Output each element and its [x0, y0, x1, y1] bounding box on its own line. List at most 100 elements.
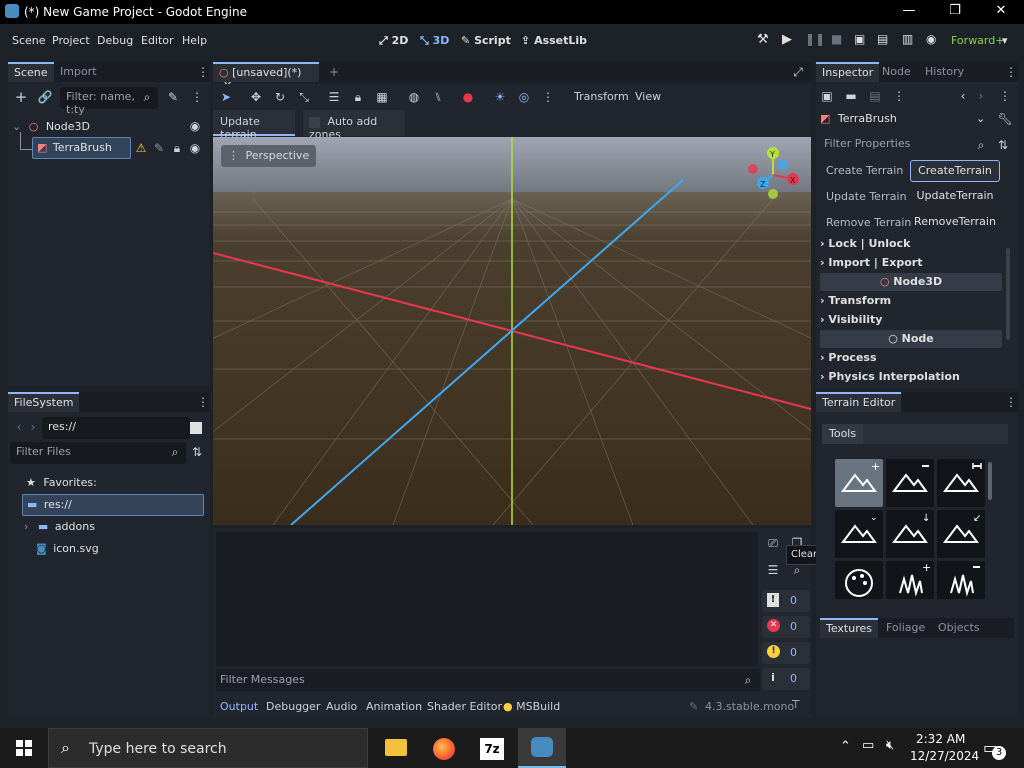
visibility-eye-icon[interactable]: ◉ [186, 139, 204, 157]
renderer-select[interactable]: Forward+ [951, 34, 1004, 47]
rotate-tool-icon[interactable]: ↻ [271, 88, 289, 106]
scale-tool-icon[interactable]: ⤡ [295, 88, 313, 106]
smooth-terrain-tool[interactable]: ⌄ [835, 510, 883, 558]
favorites-row[interactable]: ★ Favorites: [26, 476, 97, 489]
expand-panel-icon[interactable]: ⊤ [791, 698, 801, 711]
lower-terrain-tool[interactable] [886, 459, 934, 507]
tab-terrain-editor[interactable]: Terrain Editor [816, 392, 902, 412]
warning-count-button[interactable]: ! 0 [762, 642, 810, 664]
history-forward-icon[interactable]: › [972, 87, 990, 105]
play-scene-icon[interactable]: ▣ [854, 32, 865, 46]
tab-import[interactable]: Import [54, 62, 103, 82]
group-icon[interactable]: ▦ [373, 88, 391, 106]
tree-row-icon-svg[interactable]: ◙ icon.svg [36, 542, 99, 555]
perspective-menu[interactable]: ⋮ Perspective [221, 145, 317, 167]
snap-icon[interactable]: ◍ [405, 88, 423, 106]
filter-messages-input[interactable]: Filter Messages [216, 669, 760, 691]
lock-icon[interactable]: 🔒︎ [168, 139, 186, 157]
add-foliage-tool[interactable]: + [886, 561, 934, 599]
tree-row-res[interactable]: ▬ res:// [22, 494, 204, 516]
remove-terrain-button[interactable]: RemoveTerrain [910, 212, 1000, 234]
movie-maker-icon[interactable]: ▥ [902, 32, 913, 46]
chevron-down-icon[interactable]: ▾ [1002, 34, 1008, 47]
7zip-app[interactable]: 7z [472, 730, 512, 766]
debug-scene-icon[interactable]: ◉ [926, 32, 936, 46]
play-custom-icon[interactable]: ▤ [877, 32, 888, 46]
clear-output-icon[interactable]: ⎚ [764, 534, 782, 552]
notification-center-button[interactable]: ▭ 3 [980, 736, 1010, 762]
network-icon[interactable]: ▭ [862, 738, 874, 753]
toggle-split-icon[interactable] [190, 422, 202, 434]
sculpt-down-tool[interactable]: ↓ [886, 510, 934, 558]
taskbar-search-box[interactable]: ⌕ Type here to search [48, 728, 368, 768]
instance-scene-icon[interactable]: 🔗 [36, 88, 54, 106]
pause-icon[interactable]: ❚❚ [805, 32, 825, 46]
create-terrain-button[interactable]: CreateTerrain [910, 160, 1000, 182]
error-circle-count-button[interactable]: ✕ 0 [762, 616, 810, 638]
dock-menu-icon[interactable]: ⋮ [194, 393, 212, 411]
file-explorer-app[interactable] [376, 730, 416, 766]
menu-project[interactable]: Project [52, 34, 90, 47]
clock-date[interactable]: 12/27/2024 [910, 749, 979, 763]
output-log[interactable] [216, 532, 758, 666]
tools-icon[interactable]: 🔧︎ [996, 110, 1014, 128]
workspace-assetlib-button[interactable]: ⇪ AssetLib [521, 34, 587, 47]
tab-shader-editor[interactable]: Shader Editor [427, 700, 502, 713]
workspace-3d-button[interactable]: ⤡ 3D [420, 34, 449, 48]
distraction-free-icon[interactable]: ⤢ [789, 63, 807, 81]
remote-debug-icon[interactable]: ⚒ [757, 32, 769, 47]
warning-icon[interactable]: ⚠ [132, 139, 150, 157]
view-menu[interactable]: View [635, 90, 661, 103]
start-button[interactable] [0, 728, 48, 768]
tab-output[interactable]: Output [220, 700, 258, 713]
preview-menu-icon[interactable]: ⋮ [539, 88, 557, 106]
tab-filesystem[interactable]: FileSystem [8, 392, 80, 412]
firefox-app[interactable] [424, 730, 464, 766]
section-lock-unlock[interactable]: › Lock | Unlock [820, 237, 1002, 257]
new-resource-icon[interactable]: ▣ [818, 87, 836, 105]
script-icon[interactable]: ✎ [150, 139, 168, 157]
record-icon[interactable]: ● [459, 88, 477, 106]
tab-msbuild[interactable]: ● MSBuild [503, 700, 560, 713]
minimize-button[interactable]: — [886, 0, 932, 24]
extra-menu-icon[interactable]: ⋮ [890, 87, 908, 105]
tab-history[interactable]: History [919, 62, 970, 82]
path-field[interactable]: res:// [42, 417, 190, 439]
tab-textures[interactable]: Textures [820, 618, 878, 638]
save-icon[interactable]: ▤ [866, 87, 884, 105]
auto-add-zones-toggle[interactable]: Auto add zones [303, 110, 405, 141]
menu-help[interactable]: Help [182, 34, 207, 47]
tab-node[interactable]: Node [876, 62, 917, 82]
tab-animation[interactable]: Animation [366, 700, 422, 713]
lock-icon[interactable]: 🔒︎ [349, 88, 367, 106]
info-count-button[interactable]: i 0 [762, 668, 810, 690]
tab-scene[interactable]: Scene [8, 62, 54, 82]
3d-viewport[interactable]: Y Z X ⋮ Perspective [213, 137, 811, 525]
menu-debug[interactable]: Debug [97, 34, 133, 47]
list-select-icon[interactable]: ☰ [325, 88, 343, 106]
sculpt-angle-tool[interactable]: ↙ [937, 510, 985, 558]
object-selector[interactable]: ◩ TerraBrush ⌄ [816, 110, 996, 130]
transform-menu[interactable]: Transform [574, 90, 629, 103]
clock-time[interactable]: 2:32 AM [916, 732, 965, 746]
tree-row-terrabrush[interactable]: ◩ TerraBrush [32, 137, 131, 159]
environment-preview-icon[interactable]: ◎ [515, 88, 533, 106]
tab-tools[interactable]: Tools [822, 424, 864, 444]
godot-app[interactable] [518, 728, 566, 768]
tab-audio[interactable]: Audio [326, 700, 357, 713]
flatten-terrain-tool[interactable] [937, 459, 985, 507]
update-terrain-button[interactable]: UpdateTerrain [910, 186, 1000, 208]
section-physics-interpolation[interactable]: › Physics Interpolation [820, 370, 1002, 390]
inspector-scrollbar[interactable] [1006, 248, 1010, 340]
move-tool-icon[interactable]: ✥ [247, 88, 265, 106]
sun-preview-icon[interactable]: ☀ [491, 88, 509, 106]
history-back-icon[interactable]: ‹ [954, 87, 972, 105]
maximize-button[interactable]: ❐ [932, 0, 978, 24]
menu-editor[interactable]: Editor [141, 34, 174, 47]
sort-icon[interactable]: ⇅ [994, 136, 1012, 154]
tab-foliage[interactable]: Foliage [880, 618, 931, 638]
filter-files-input[interactable]: Filter Files [10, 442, 186, 464]
scene-tab-unsaved[interactable]: ○ [unsaved](*) ✕ [213, 62, 319, 92]
select-tool-icon[interactable]: ➤ [217, 88, 235, 106]
open-folder-icon[interactable]: ▬ [842, 87, 860, 105]
